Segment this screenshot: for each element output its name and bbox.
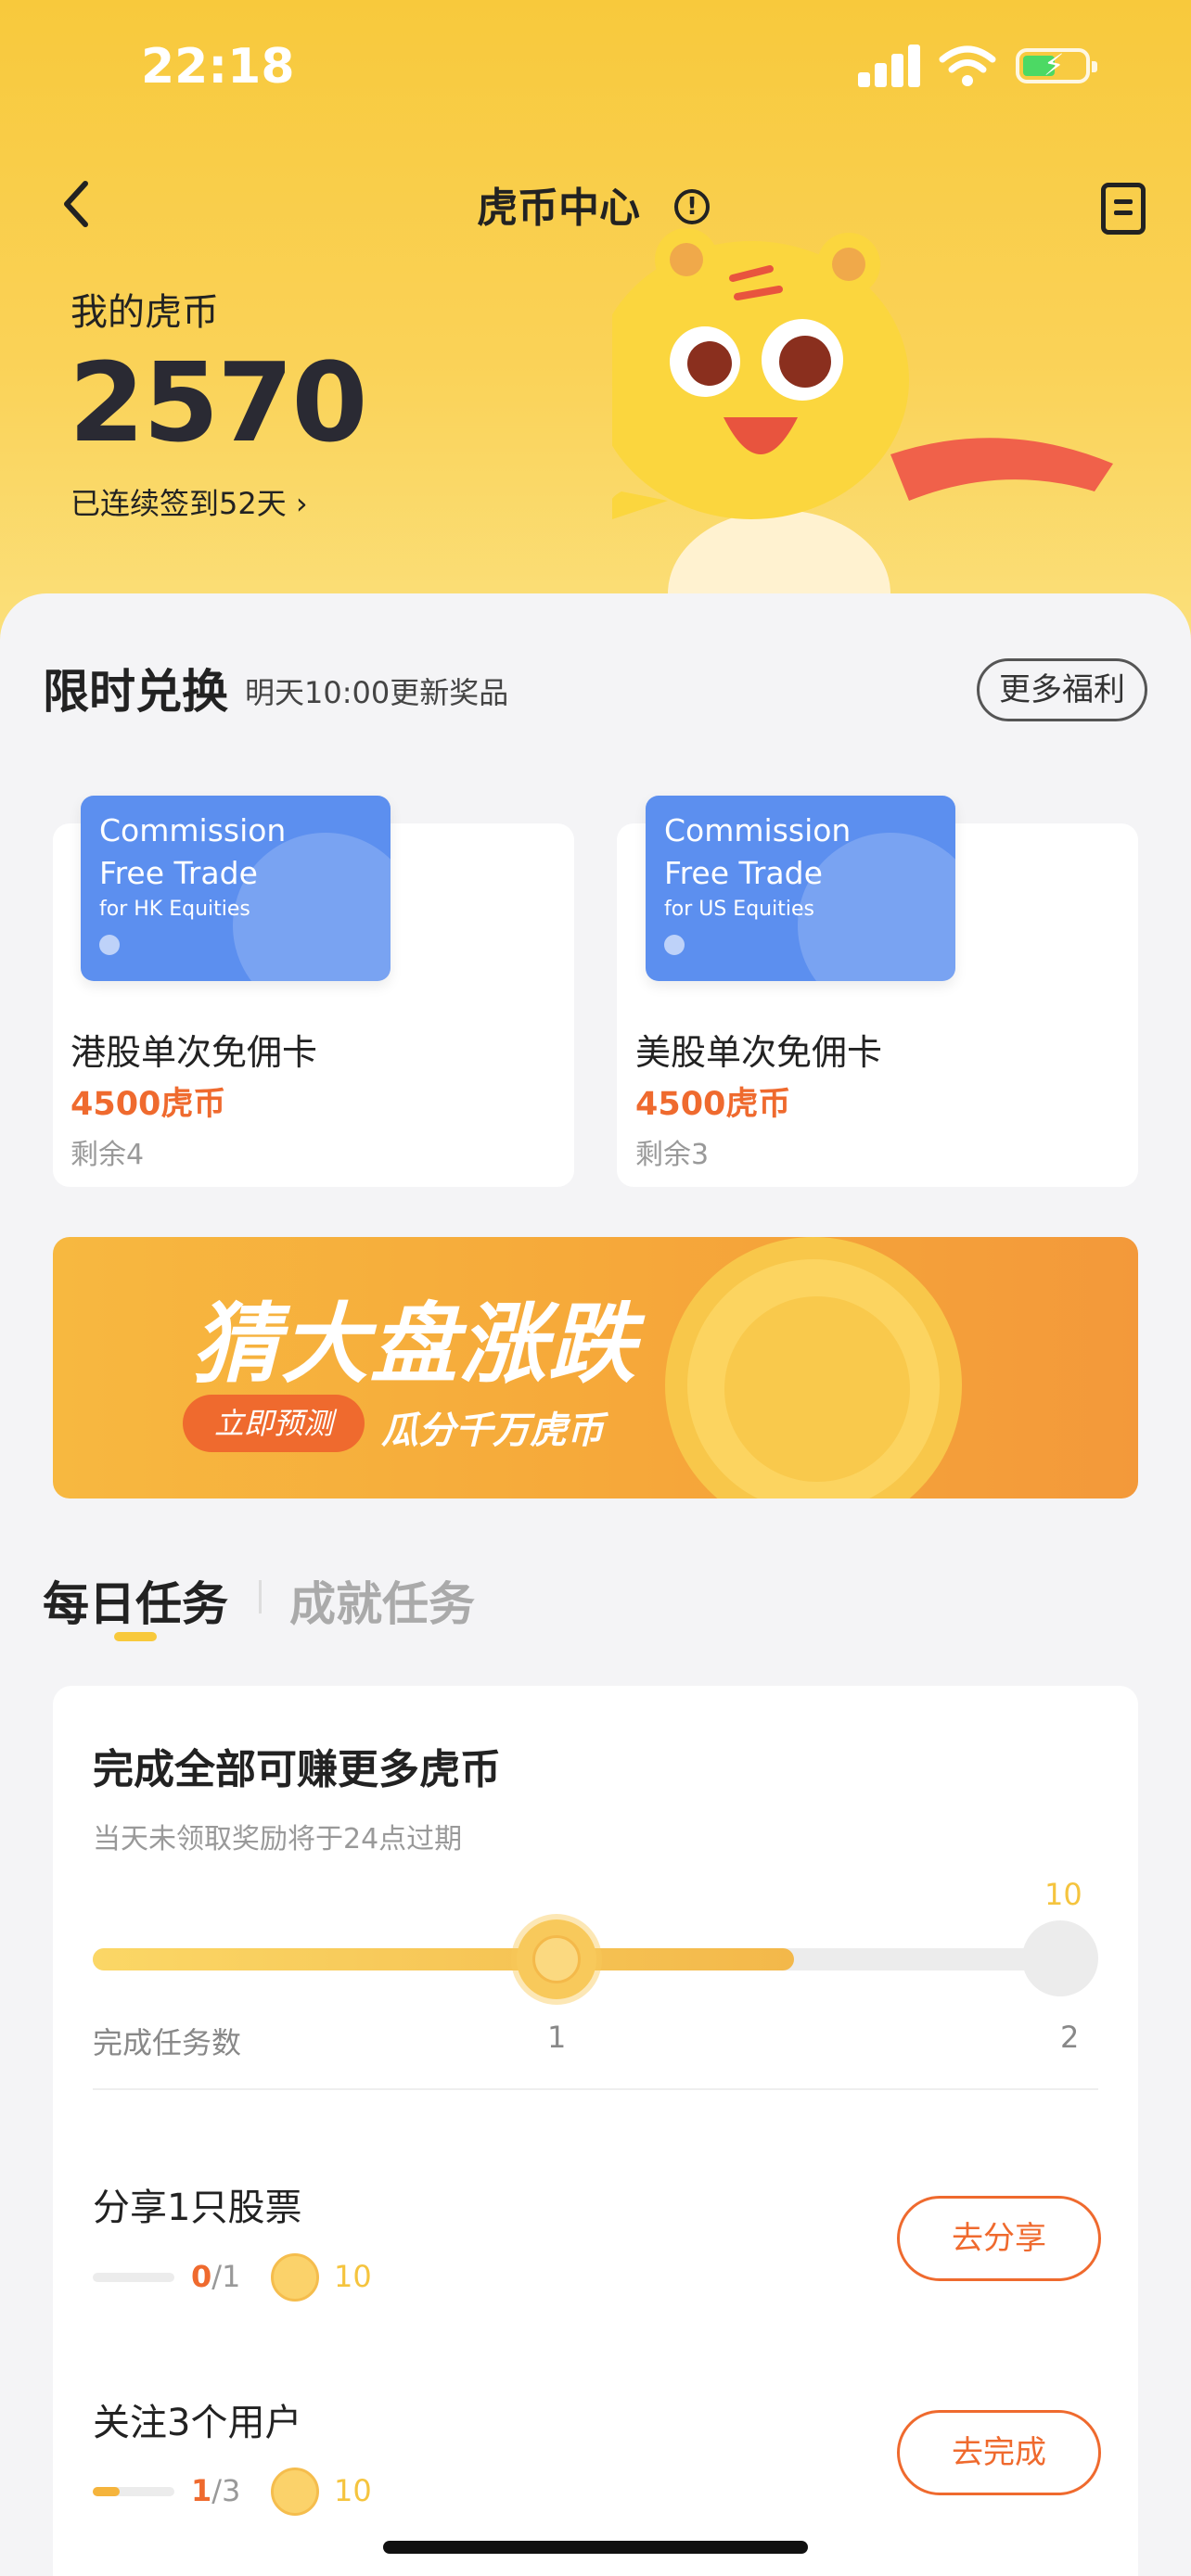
divider xyxy=(93,2088,1098,2090)
follow-users-button[interactable]: 去完成 xyxy=(897,2410,1101,2495)
balance-value: 2570 xyxy=(69,338,367,466)
wifi-icon xyxy=(939,45,996,86)
voucher-line3: for US Equities xyxy=(664,898,814,921)
voucher-us: Commission Free Trade for US Equities xyxy=(646,796,955,981)
task-progress-bar xyxy=(93,2273,174,2282)
voucher-logo-icon xyxy=(99,935,120,955)
final-reward-amount: 10 xyxy=(1044,1877,1082,1912)
prize-remaining: 剩余3 xyxy=(635,1139,710,1171)
battery-icon: ⚡ xyxy=(1016,48,1097,83)
voucher-hk: Commission Free Trade for HK Equities xyxy=(81,796,391,981)
daily-progress-fill xyxy=(93,1948,794,1970)
market-guess-banner[interactable]: 猜大盘涨跌 立即预测 瓜分千万虎币 xyxy=(53,1237,1138,1498)
task-name: 关注3个用户 xyxy=(93,2402,302,2444)
banner-title: 猜大盘涨跌 xyxy=(192,1294,638,1396)
status-time: 22:18 xyxy=(141,39,295,95)
daily-note: 当天未领取奖励将于24点过期 xyxy=(93,1823,463,1855)
task-reward: 10 xyxy=(334,2473,372,2508)
voucher-logo-icon xyxy=(664,935,685,955)
milestone-coin-icon[interactable] xyxy=(517,1919,596,1999)
share-stock-button[interactable]: 去分享 xyxy=(897,2196,1101,2281)
info-icon[interactable]: ! xyxy=(674,189,710,224)
tiger-coin-icon xyxy=(271,2468,319,2516)
voucher-line2: Free Trade xyxy=(664,855,823,891)
balance-label: 我的虎币 xyxy=(70,291,219,334)
milestone-tick-2: 2 xyxy=(1060,2020,1080,2055)
prize-price: 4500虎币 xyxy=(70,1086,226,1123)
tiger-coin-icon xyxy=(271,2253,319,2302)
coin-illustration xyxy=(665,1237,962,1498)
home-indicator xyxy=(383,2541,808,2554)
prize-remaining: 剩余4 xyxy=(70,1139,145,1171)
task-progress-count: 1/3 xyxy=(191,2473,241,2508)
voucher-line1: Commission xyxy=(664,812,852,848)
prize-price: 4500虎币 xyxy=(635,1086,791,1123)
progress-axis-label: 完成任务数 xyxy=(93,2025,242,2060)
banner-subtitle: 瓜分千万虎币 xyxy=(381,1409,604,1452)
voucher-line3: for HK Equities xyxy=(99,898,250,921)
voucher-line1: Commission xyxy=(99,812,287,848)
milestone-locked-node xyxy=(1022,1920,1098,1996)
exchange-subtitle: 明天10:00更新奖品 xyxy=(245,675,509,710)
more-benefits-button[interactable]: 更多福利 xyxy=(977,658,1147,721)
tab-divider xyxy=(259,1580,262,1613)
prize-name: 港股单次免佣卡 xyxy=(70,1032,318,1073)
task-progress-count: 0/1 xyxy=(191,2259,241,2294)
tab-achievement-tasks[interactable]: 成就任务 xyxy=(289,1567,475,1634)
exchange-title: 限时兑换 xyxy=(43,665,228,719)
predict-now-button[interactable]: 立即预测 xyxy=(183,1395,365,1452)
tab-active-indicator xyxy=(114,1632,157,1641)
task-name: 分享1只股票 xyxy=(93,2187,302,2229)
task-reward: 10 xyxy=(334,2259,372,2294)
daily-title: 完成全部可赚更多虎币 xyxy=(93,1746,501,1793)
task-progress-bar xyxy=(93,2487,174,2496)
tiger-mascot-illustration xyxy=(612,228,1113,649)
back-icon[interactable] xyxy=(58,176,95,232)
checkin-link[interactable]: 已连续签到52天 › xyxy=(70,480,308,523)
milestone-tick-1: 1 xyxy=(547,2020,567,2055)
signal-icon xyxy=(858,45,921,87)
voucher-line2: Free Trade xyxy=(99,855,258,891)
tab-daily-tasks[interactable]: 每日任务 xyxy=(43,1567,228,1634)
prize-name: 美股单次免佣卡 xyxy=(635,1032,883,1073)
